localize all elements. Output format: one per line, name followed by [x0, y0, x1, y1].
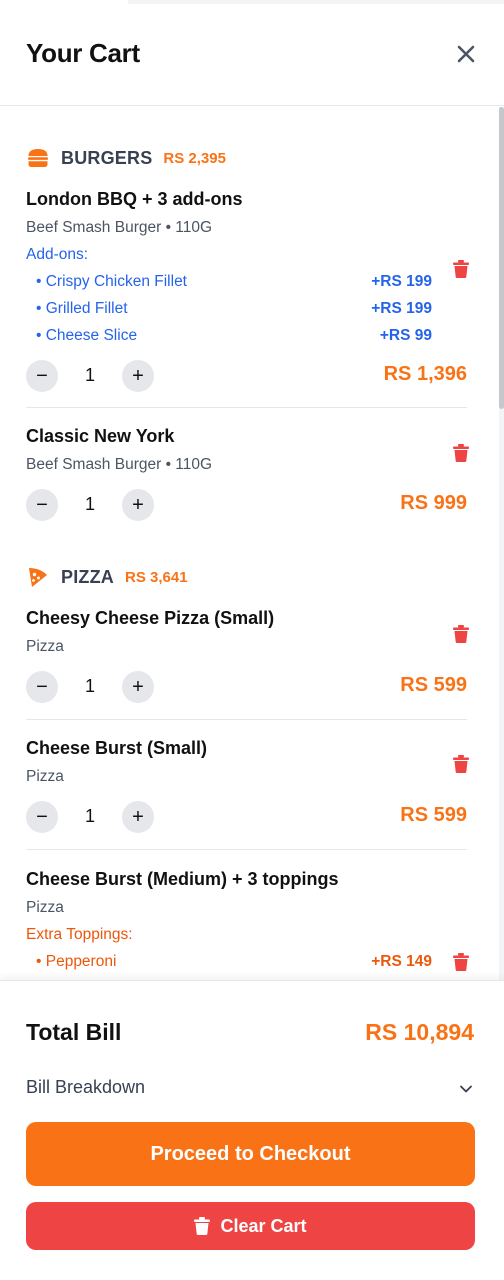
clear-cart-label: Clear Cart	[220, 1215, 307, 1236]
cart-footer: Total Bill RS 10,894 Bill Breakdown Proc…	[0, 980, 504, 1280]
total-bill-value: RS 10,894	[365, 1019, 474, 1045]
trash-icon	[194, 1217, 211, 1235]
addon-price: +RS 99	[379, 327, 432, 344]
category-total: RS 2,395	[163, 149, 226, 167]
trash-icon[interactable]	[453, 755, 469, 773]
total-bill-label: Total Bill	[26, 1019, 122, 1045]
addon-price: +RS 199	[371, 273, 432, 290]
category-name: PIZZA	[61, 566, 114, 587]
topping-item: • Pepperoni	[36, 953, 117, 970]
decrease-qty-button[interactable]: −	[26, 360, 58, 392]
item-subtitle: Pizza	[26, 899, 64, 916]
trash-icon[interactable]	[453, 953, 469, 971]
cart-header: Your Cart	[0, 4, 504, 106]
category-name: BURGERS	[61, 147, 153, 168]
item-price: RS 1,396	[383, 363, 467, 385]
addon-item: • Cheese Slice	[36, 327, 138, 344]
burger-icon	[28, 149, 48, 167]
pizza-icon	[29, 568, 47, 587]
addon-price: +RS 199	[371, 300, 432, 317]
scrollbar[interactable]	[499, 107, 504, 980]
addon-item: • Crispy Chicken Fillet	[36, 273, 187, 290]
bill-breakdown-toggle[interactable]: Bill Breakdown	[26, 1077, 145, 1098]
trash-icon[interactable]	[453, 444, 469, 462]
cart-item: Classic New York Beef Smash Burger • 110…	[26, 426, 469, 536]
category-header-burgers: BURGERS RS 2,395	[26, 145, 226, 171]
clear-cart-button[interactable]: Clear Cart	[26, 1202, 475, 1250]
item-subtitle: Beef Smash Burger • 110G	[26, 219, 213, 236]
cart-items-list[interactable]: BURGERS RS 2,395 London BBQ + 3 add-ons …	[0, 107, 504, 980]
item-price: RS 599	[400, 674, 467, 696]
item-subtitle: Beef Smash Burger • 110G	[26, 456, 213, 473]
cart-item: Cheese Burst (Medium) + 3 toppings Pizza…	[26, 869, 469, 979]
trash-icon[interactable]	[453, 625, 469, 643]
quantity-stepper: − 1 +	[26, 360, 156, 392]
qty-value: 1	[84, 806, 95, 826]
item-divider	[26, 407, 467, 408]
checkout-button[interactable]: Proceed to Checkout	[26, 1122, 475, 1186]
trash-icon[interactable]	[453, 260, 469, 278]
item-name: Cheese Burst (Small)	[26, 738, 208, 758]
decrease-qty-button[interactable]: −	[26, 801, 58, 833]
increase-qty-button[interactable]: +	[122, 360, 154, 392]
checkout-label: Proceed to Checkout	[150, 1142, 351, 1165]
cart-title: Your Cart	[26, 38, 140, 68]
item-name: Cheese Burst (Medium) + 3 toppings	[26, 869, 339, 889]
item-price: RS 999	[400, 492, 467, 514]
quantity-stepper: − 1 +	[26, 489, 156, 521]
increase-qty-button[interactable]: +	[122, 489, 154, 521]
increase-qty-button[interactable]: +	[122, 671, 154, 703]
item-name: London BBQ + 3 add-ons	[26, 189, 243, 209]
category-total: RS 3,641	[125, 568, 188, 586]
qty-value: 1	[84, 676, 95, 696]
decrease-qty-button[interactable]: −	[26, 671, 58, 703]
toppings-label: Extra Toppings:	[26, 926, 133, 943]
qty-value: 1	[84, 494, 95, 514]
increase-qty-button[interactable]: +	[122, 801, 154, 833]
category-header-pizza: PIZZA RS 3,641	[26, 564, 188, 590]
addon-item: • Grilled Fillet	[36, 300, 128, 317]
item-subtitle: Pizza	[26, 768, 64, 785]
qty-value: 1	[84, 365, 95, 385]
quantity-stepper: − 1 +	[26, 801, 156, 833]
item-subtitle: Pizza	[26, 638, 64, 655]
scrollbar-thumb[interactable]	[499, 107, 504, 409]
decrease-qty-button[interactable]: −	[26, 489, 58, 521]
item-price: RS 599	[400, 804, 467, 826]
cart-item: Cheese Burst (Small) Pizza − 1 + RS 599	[26, 738, 469, 850]
quantity-stepper: − 1 +	[26, 671, 156, 703]
item-divider	[26, 719, 467, 720]
chevron-down-icon[interactable]	[458, 1081, 474, 1097]
cart-item: Cheesy Cheese Pizza (Small) Pizza − 1 + …	[26, 608, 469, 720]
item-name: Classic New York	[26, 426, 175, 446]
topping-price: +RS 149	[371, 953, 432, 970]
addons-label: Add-ons:	[26, 246, 89, 263]
item-divider	[26, 849, 467, 850]
cart-item: London BBQ + 3 add-ons Beef Smash Burger…	[26, 189, 469, 409]
close-icon[interactable]	[454, 42, 478, 66]
item-name: Cheesy Cheese Pizza (Small)	[26, 608, 275, 628]
